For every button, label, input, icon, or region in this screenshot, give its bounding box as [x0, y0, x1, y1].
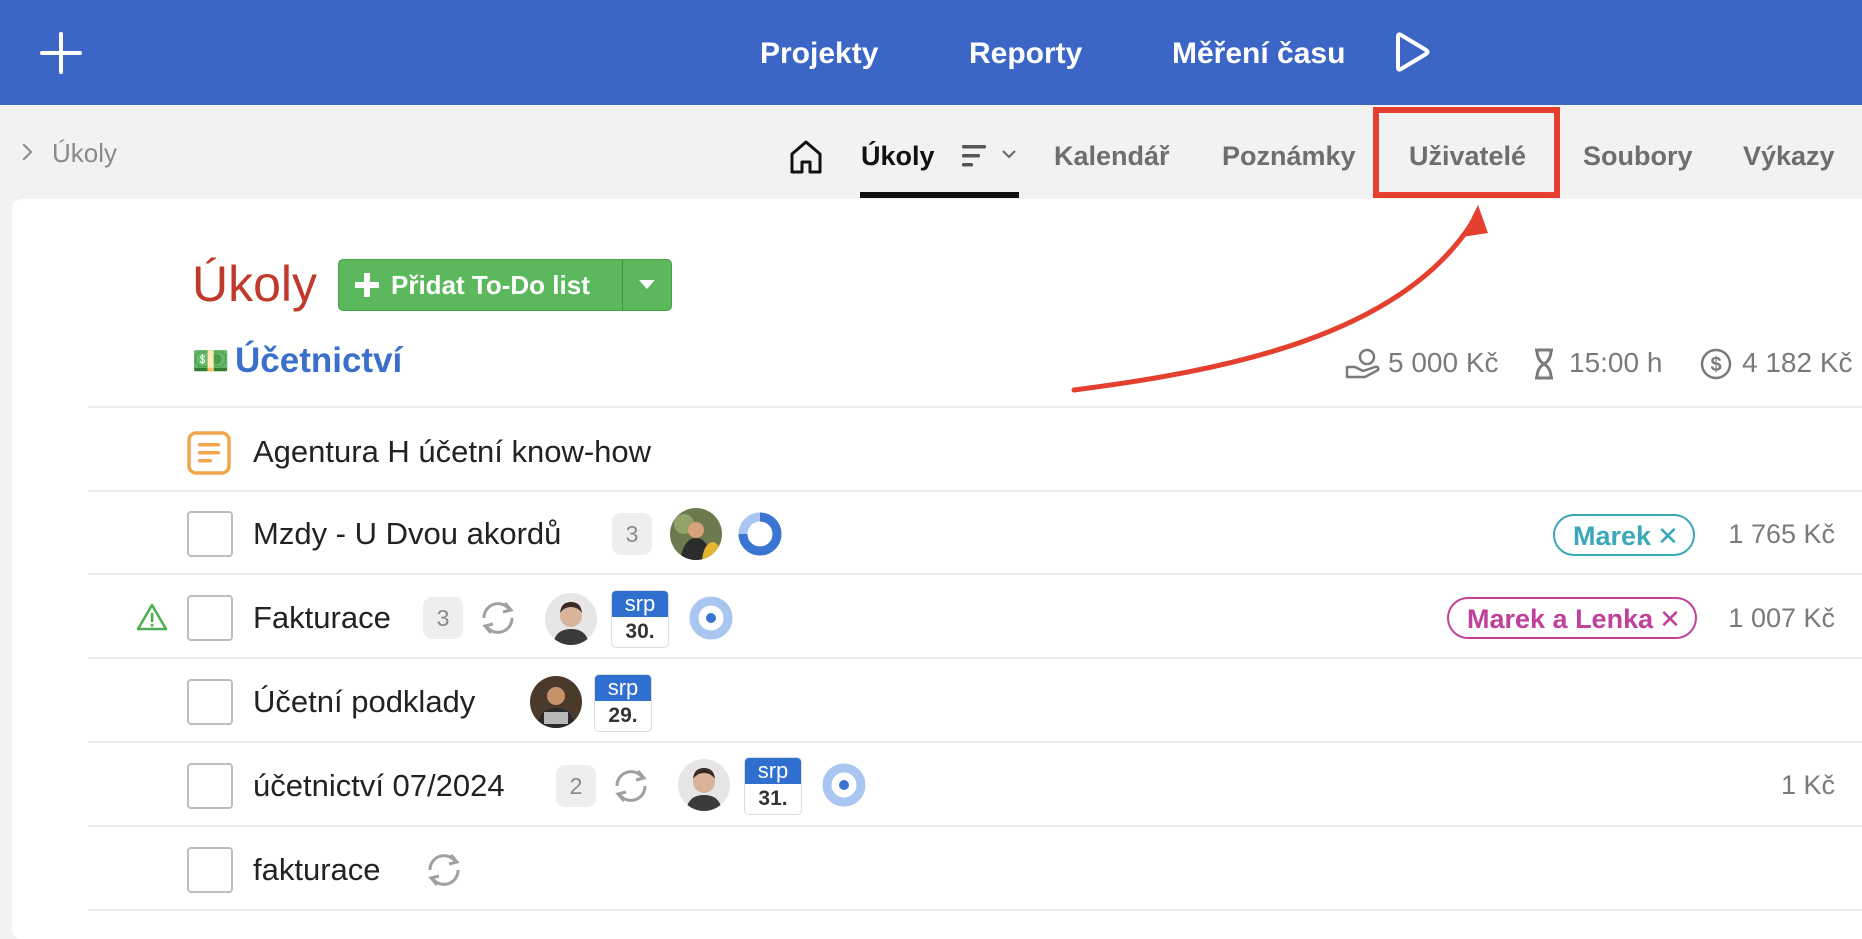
tab-ukoly[interactable]: Úkoly: [861, 136, 935, 176]
chevron-right-icon: [15, 143, 33, 161]
row-divider: [88, 657, 1862, 659]
active-tab-indicator: [860, 192, 1019, 198]
task-name[interactable]: účetnictví 07/2024: [253, 764, 505, 808]
tab-kalendar[interactable]: Kalendář: [1054, 136, 1170, 176]
remove-tag-icon[interactable]: ✕: [1659, 604, 1681, 634]
row-divider: [88, 741, 1862, 743]
comment-count[interactable]: 2: [556, 765, 596, 807]
list-view-icon[interactable]: [960, 142, 1018, 170]
row-divider: [88, 909, 1862, 911]
due-date-month: srp: [612, 591, 668, 617]
due-date-badge[interactable]: srp 29.: [595, 675, 651, 731]
nav-reporty[interactable]: Reporty: [969, 32, 1082, 76]
time-stat: 15:00 h: [1531, 345, 1662, 381]
cost-stat: $ 4 182 Kč: [1699, 345, 1853, 381]
money-icon: 💵: [192, 345, 230, 378]
dollar-circle-icon: $: [1700, 348, 1732, 380]
task-name[interactable]: fakturace: [253, 848, 381, 892]
dropdown-caret-icon[interactable]: [639, 280, 655, 289]
breadcrumb[interactable]: Úkoly: [15, 138, 118, 168]
remove-tag-icon[interactable]: ✕: [1657, 521, 1679, 551]
task-checkbox[interactable]: [187, 847, 233, 893]
due-date-day: 29.: [608, 704, 638, 727]
budget-value: 5 000 Kč: [1388, 347, 1499, 378]
comment-count[interactable]: 3: [612, 513, 652, 555]
task-name[interactable]: Fakturace: [253, 596, 391, 640]
row-divider: [88, 490, 1862, 492]
budget-stat: 5 000 Kč: [1345, 345, 1499, 381]
nav-projekty[interactable]: Projekty: [760, 32, 878, 76]
hourglass-icon: [1535, 348, 1553, 380]
task-name[interactable]: Mzdy - U Dvou akordů: [253, 512, 561, 556]
avatar[interactable]: [545, 593, 597, 645]
add-todo-list-label: Přidat To-Do list: [391, 270, 590, 300]
tab-poznamky[interactable]: Poznámky: [1222, 136, 1356, 176]
user-tag-label: Marek a Lenka: [1467, 604, 1654, 634]
due-date-day: 31.: [758, 787, 788, 810]
user-tag[interactable]: Marek a Lenka ✕: [1447, 597, 1697, 639]
section-title[interactable]: Účetnictví: [235, 338, 402, 384]
due-date-badge[interactable]: srp 31.: [745, 758, 801, 814]
task-amount: 1 007 Kč: [1728, 603, 1835, 633]
avatar[interactable]: [530, 676, 582, 728]
comment-count[interactable]: 3: [423, 597, 463, 639]
time-value: 15:00 h: [1569, 347, 1663, 378]
task-checkbox[interactable]: [187, 763, 233, 809]
highlight-box: [1373, 107, 1560, 198]
add-plus-icon[interactable]: [40, 32, 82, 74]
money-hand-icon: [1345, 348, 1380, 379]
task-name[interactable]: Účetní podklady: [253, 680, 475, 724]
avatar[interactable]: [670, 508, 722, 560]
cost-value: 4 182 Kč: [1742, 347, 1853, 378]
button-separator: [622, 260, 623, 310]
add-todo-list-button[interactable]: Přidat To-Do list: [338, 259, 672, 311]
avatar[interactable]: [678, 759, 730, 811]
warning-icon: [136, 603, 168, 631]
task-checkbox[interactable]: [187, 679, 233, 725]
repeat-icon: [482, 602, 514, 634]
task-checkbox[interactable]: [187, 595, 233, 641]
user-tag-label: Marek: [1573, 521, 1652, 551]
repeat-icon: [428, 854, 460, 886]
due-date-day: 30.: [625, 620, 655, 643]
task-checkbox[interactable]: [187, 511, 233, 557]
user-tag[interactable]: Marek ✕: [1553, 514, 1695, 556]
progress-donut-icon: [822, 763, 866, 807]
row-divider: [88, 825, 1862, 827]
task-amount: 1 765 Kč: [1728, 519, 1835, 549]
svg-text:$: $: [1710, 354, 1721, 376]
home-icon[interactable]: [788, 138, 824, 176]
note-title[interactable]: Agentura H účetní know-how: [253, 430, 651, 474]
nav-mereni-casu[interactable]: Měření času: [1172, 32, 1345, 76]
breadcrumb-label: Úkoly: [52, 138, 118, 168]
tab-soubory[interactable]: Soubory: [1583, 136, 1693, 176]
top-bar: Projekty Reporty Měření času: [0, 0, 1862, 105]
row-divider: [88, 573, 1862, 575]
row-divider: [88, 406, 1862, 408]
repeat-icon: [615, 770, 647, 802]
due-date-badge[interactable]: srp 30.: [612, 591, 668, 647]
note-icon: [187, 431, 231, 475]
progress-donut-icon: [689, 596, 733, 640]
page-title: Úkoly: [192, 256, 318, 312]
due-date-month: srp: [745, 758, 801, 784]
play-icon[interactable]: [1392, 30, 1432, 74]
plus-icon: [355, 273, 379, 297]
tab-vykazy[interactable]: Výkazy: [1743, 136, 1835, 176]
progress-donut-icon: [738, 512, 782, 556]
due-date-month: srp: [595, 675, 651, 701]
task-amount: 1 Kč: [1780, 770, 1835, 800]
